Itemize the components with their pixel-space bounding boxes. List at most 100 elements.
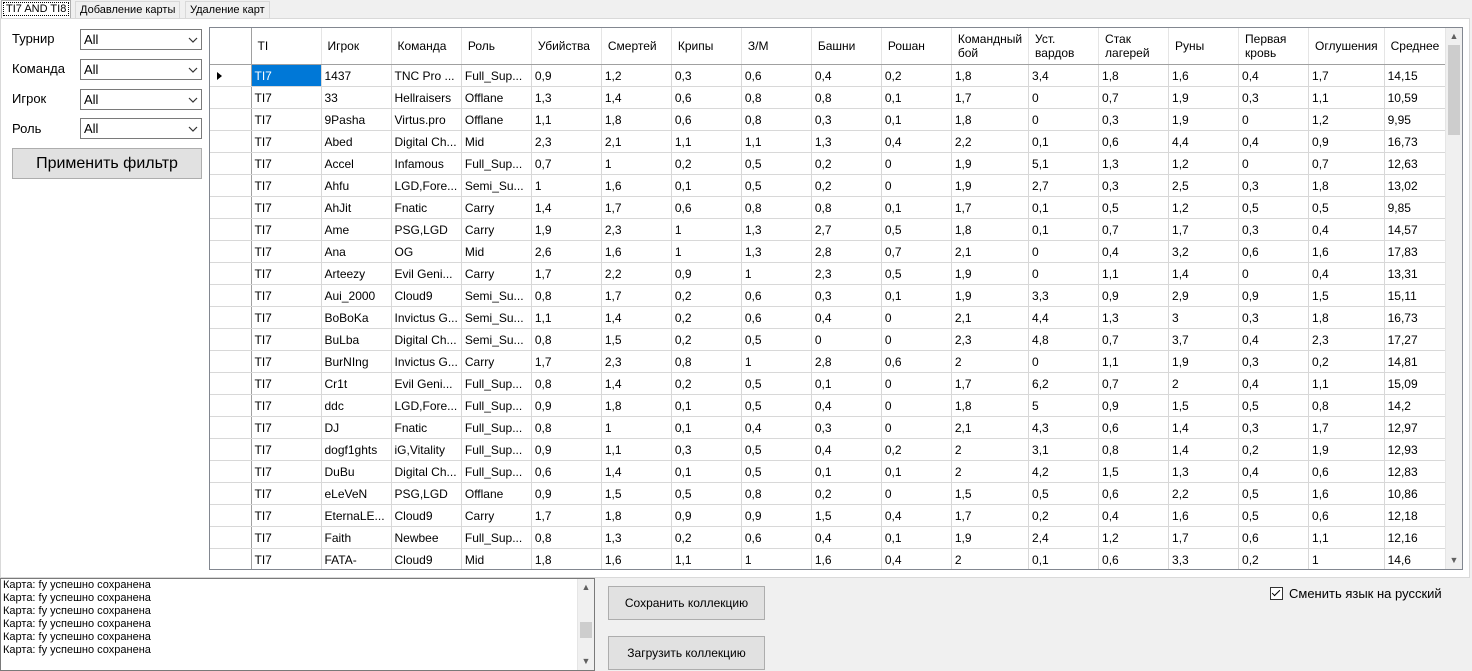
table-cell[interactable]: 0,9 (531, 482, 602, 505)
table-cell[interactable]: TI7 (251, 240, 322, 263)
table-cell[interactable]: 0,1 (811, 372, 882, 395)
table-cell[interactable]: 9,95 (1384, 108, 1455, 131)
table-cell[interactable]: Carry (461, 262, 532, 285)
table-cell[interactable]: Ahfu (321, 174, 392, 197)
table-cell[interactable]: 0,2 (1238, 548, 1310, 569)
table-cell[interactable]: 0,4 (1238, 64, 1310, 87)
table-cell[interactable]: 1,3 (1168, 460, 1240, 483)
table-cell[interactable]: 13,31 (1384, 262, 1455, 285)
table-cell[interactable]: 0,4 (1308, 262, 1385, 285)
table-cell[interactable]: 0,4 (811, 306, 882, 329)
table-cell[interactable]: Mid (461, 130, 532, 153)
table-cell[interactable]: eLeVeN (321, 482, 392, 505)
table-cell[interactable]: Semi_Su... (461, 328, 532, 351)
table-cell[interactable]: 10,86 (1384, 482, 1455, 505)
table-cell[interactable]: Digital Ch... (391, 460, 462, 483)
table-cell[interactable]: 0,7 (1098, 218, 1170, 241)
table-cell[interactable]: 1,6 (1168, 64, 1240, 87)
table-cell[interactable]: 2 (951, 460, 1030, 483)
table-cell[interactable]: 1,7 (951, 86, 1030, 109)
table-cell[interactable]: Newbee (391, 526, 462, 549)
stats-grid[interactable]: TI Игрок Команда Роль Убийства Смертей Крипы З/… (209, 27, 1463, 570)
table-cell[interactable]: 0,3 (811, 108, 882, 131)
table-cell[interactable]: TI7 (251, 306, 322, 329)
table-cell[interactable]: 0,6 (531, 460, 602, 483)
table-cell[interactable]: 0,6 (1098, 548, 1170, 569)
table-cell[interactable]: 0,1 (671, 394, 742, 417)
table-cell[interactable]: 9Pasha (321, 108, 392, 131)
table-cell[interactable]: TI7 (251, 64, 322, 87)
table-cell[interactable]: 1,6 (1308, 482, 1385, 505)
table-cell[interactable]: 0,8 (741, 86, 812, 109)
table-cell[interactable]: 0,8 (811, 86, 882, 109)
table-cell[interactable]: 1,8 (601, 504, 672, 527)
table-cell[interactable]: 0,3 (1238, 86, 1310, 109)
table-cell[interactable]: 3 (1168, 306, 1240, 329)
table-cell[interactable]: Full_Sup... (461, 438, 532, 461)
table-cell[interactable]: EternaLE... (321, 504, 392, 527)
table-cell[interactable]: 1,1 (671, 548, 742, 569)
table-cell[interactable]: 33 (321, 86, 392, 109)
table-cell[interactable]: 0,2 (1308, 350, 1385, 373)
table-cell[interactable]: 0,6 (1238, 240, 1310, 263)
table-cell[interactable]: Cr1t (321, 372, 392, 395)
table-cell[interactable]: TI7 (251, 86, 322, 109)
log-textbox[interactable]: Карта: fy успешно сохранена Карта: fy усп… (0, 578, 595, 671)
table-cell[interactable]: 0,6 (1098, 482, 1170, 505)
table-cell[interactable]: 1,8 (951, 64, 1030, 87)
table-cell[interactable]: 1,9 (951, 526, 1030, 549)
table-cell[interactable]: TI7 (251, 196, 322, 219)
table-cell[interactable]: 2,7 (811, 218, 882, 241)
table-row[interactable]: TI7 33 Hellraisers Offlane 1,3 1,4 0,6 0,8 0,8 0,… (210, 86, 1455, 109)
table-cell[interactable]: 0,3 (671, 64, 742, 87)
table-cell[interactable]: 0,5 (1308, 196, 1385, 219)
table-row[interactable]: TI7 EternaLE... Cloud9 Carry 1,7 1,8 0,9 0,9 1,5… (210, 504, 1455, 527)
scroll-thumb[interactable] (1448, 45, 1460, 135)
table-cell[interactable]: 0,6 (671, 108, 742, 131)
table-cell[interactable]: LGD,Fore... (391, 394, 462, 417)
table-cell[interactable]: 1,5 (1308, 284, 1385, 307)
table-cell[interactable]: 0 (881, 174, 952, 197)
table-cell[interactable]: 0,5 (741, 394, 812, 417)
table-cell[interactable]: 0,6 (671, 196, 742, 219)
table-cell[interactable]: 0 (881, 482, 952, 505)
scroll-up-arrow-icon[interactable]: ▲ (1446, 28, 1462, 45)
table-cell[interactable]: 3,2 (1168, 240, 1240, 263)
table-cell[interactable]: 15,11 (1384, 284, 1455, 307)
table-cell[interactable]: TI7 (251, 108, 322, 131)
table-cell[interactable]: 0,3 (811, 284, 882, 307)
table-cell[interactable]: 2,3 (601, 350, 672, 373)
column-header[interactable]: З/М (741, 28, 812, 65)
table-cell[interactable]: 0,2 (671, 372, 742, 395)
table-cell[interactable]: 0,1 (881, 108, 952, 131)
table-cell[interactable]: 0,9 (671, 504, 742, 527)
table-cell[interactable]: 4,4 (1168, 130, 1240, 153)
column-header[interactable]: Крипы (671, 28, 742, 65)
table-row[interactable]: TI7 1437 TNC Pro ... Full_Sup... 0,9 1,2 0,3 0,… (210, 64, 1455, 87)
row-header[interactable] (210, 130, 252, 153)
table-cell[interactable]: 0,9 (671, 262, 742, 285)
table-cell[interactable]: 0,2 (671, 284, 742, 307)
table-cell[interactable]: 0,3 (1238, 174, 1310, 197)
table-cell[interactable]: BuLba (321, 328, 392, 351)
table-cell[interactable]: 2,5 (1168, 174, 1240, 197)
table-cell[interactable]: 0,2 (671, 152, 742, 175)
table-cell[interactable]: Mid (461, 240, 532, 263)
table-cell[interactable]: 0,3 (1098, 174, 1170, 197)
table-cell[interactable]: 0,5 (741, 328, 812, 351)
table-cell[interactable]: 0,9 (531, 438, 602, 461)
table-cell[interactable]: 4,4 (1028, 306, 1100, 329)
table-cell[interactable]: Arteezy (321, 262, 392, 285)
player-select[interactable]: All (80, 89, 202, 110)
table-cell[interactable]: 0,6 (741, 526, 812, 549)
table-cell[interactable]: 0,1 (671, 416, 742, 439)
table-cell[interactable]: 0 (881, 152, 952, 175)
table-cell[interactable]: 0,4 (881, 504, 952, 527)
table-cell[interactable]: 0,9 (741, 504, 812, 527)
table-cell[interactable]: 0,2 (811, 174, 882, 197)
table-cell[interactable]: 1 (601, 416, 672, 439)
table-cell[interactable]: 0,5 (741, 460, 812, 483)
table-row[interactable]: TI7 ddc LGD,Fore... Full_Sup... 0,9 1,8 0,1 0,5… (210, 394, 1455, 417)
table-cell[interactable]: 1,6 (811, 548, 882, 569)
table-cell[interactable]: 1,7 (951, 196, 1030, 219)
